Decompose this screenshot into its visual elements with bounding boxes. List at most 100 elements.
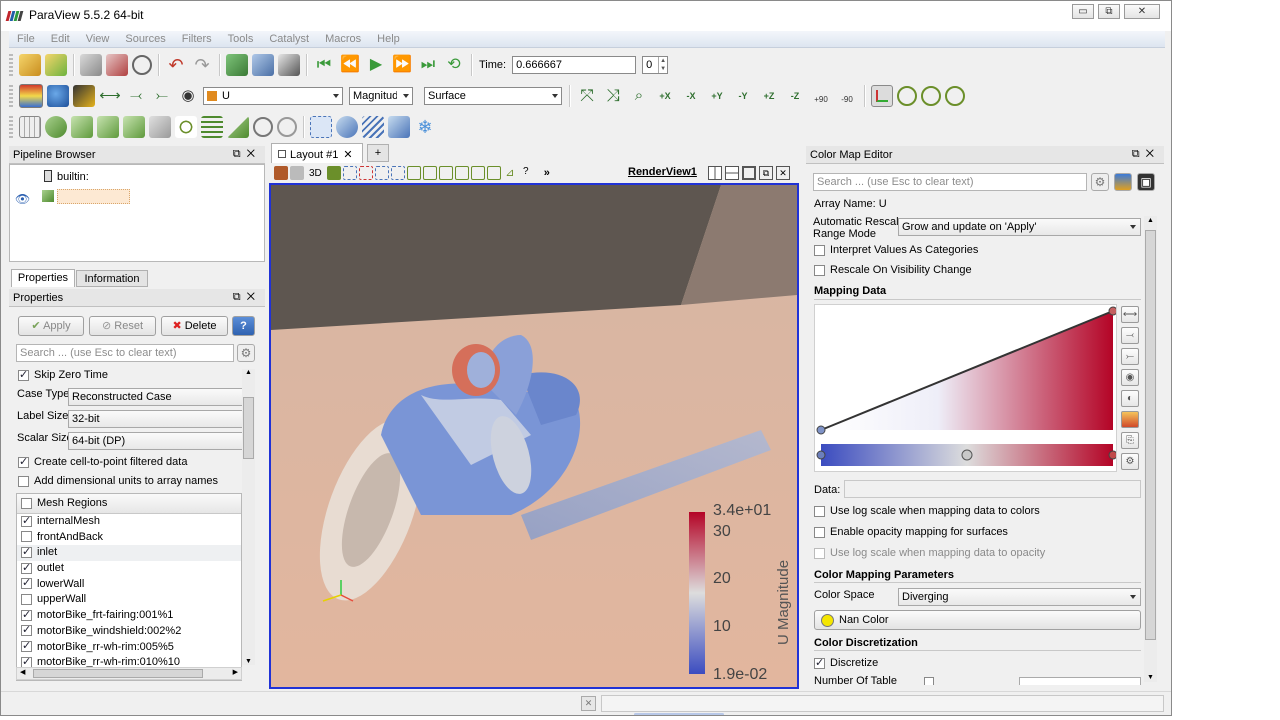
save-preset-side-icon[interactable]: ⎘ [1121,432,1139,449]
nan-color-button[interactable]: Nan Color [814,610,1141,630]
hover-cells-icon[interactable] [470,166,485,180]
case-type-select[interactable]: Reconstructed Case [68,388,244,406]
capture-screenshot-icon[interactable] [274,166,288,180]
load-state-icon[interactable] [45,54,67,76]
menu-help[interactable]: Help [369,31,408,47]
menu-sources[interactable]: Sources [117,31,173,47]
rotate-minus-90-icon[interactable]: -90 [836,85,858,107]
frozen-selection-icon[interactable]: ❄ [414,116,436,138]
extract-level-icon[interactable] [277,117,297,137]
menu-tools[interactable]: Tools [220,31,262,47]
visible-range-icon[interactable]: ◉ [177,85,199,107]
camera-undo-icon[interactable] [226,54,248,76]
advanced-side-gear-icon[interactable]: ⚙ [1121,453,1139,470]
more-tools-icon[interactable]: » [544,167,550,179]
close-panel-icon[interactable]: ✕ [247,291,261,303]
mesh-region-row[interactable]: motorBike_frt-fairing:001%1 [17,608,241,624]
view-plus-x-icon[interactable]: +X [654,85,676,107]
mesh-region-row[interactable]: lowerWall [17,577,241,593]
undo-icon[interactable]: ↶ [165,54,187,76]
hover-points-icon[interactable] [388,116,410,138]
contour-icon[interactable] [45,116,67,138]
mesh-region-row[interactable]: upperWall [17,592,241,608]
save-preset-icon[interactable] [1114,173,1132,191]
time-input[interactable]: 0.666667 [512,56,637,74]
maximize-view-icon[interactable] [742,166,756,180]
interactive-select-icon[interactable] [362,116,384,138]
discretize-checkbox[interactable]: Discretize [814,656,878,673]
table-values-input[interactable] [1019,677,1141,685]
close-panel-icon[interactable]: ✕ [247,148,261,160]
advanced-gear-icon[interactable]: ⚙ [237,344,255,362]
interpret-categories-checkbox[interactable]: Interpret Values As Categories [814,244,978,260]
color-point-min[interactable] [816,450,826,460]
center-axes-icon[interactable] [897,86,917,106]
view-minus-x-icon[interactable]: -X [680,85,702,107]
calculator-icon[interactable] [19,116,41,138]
scroll-right-icon[interactable]: ▶ [233,668,238,676]
mesh-region-row[interactable]: motorBike_rr-wh-rim:005%5 [17,640,241,656]
add-dim-units-checkbox[interactable]: Add dimensional units to array names [18,475,218,491]
rescale-visible-icon[interactable]: ⤚ [151,85,173,107]
invert-map-icon[interactable]: ◐ [1121,390,1139,407]
reset-camera-icon[interactable]: ⤧ [576,85,598,107]
previous-frame-icon[interactable]: ⏪ [339,54,361,76]
transfer-function-editor[interactable] [814,304,1118,472]
cme-search-input[interactable]: Search ... (use Esc to clear text) [813,173,1087,191]
close-panel-icon[interactable]: ✕ [1146,148,1160,160]
hscrollbar-thumb[interactable] [33,669,203,678]
view-minus-z-icon[interactable]: -Z [784,85,806,107]
python-shell-icon[interactable] [278,54,300,76]
pipeline-root-label[interactable]: builtin: [57,171,89,183]
add-layout-tab-button[interactable]: + [367,144,389,162]
region-checkbox-icon[interactable] [21,594,32,606]
zoom-to-box-icon[interactable]: ⌕ [628,85,650,107]
edit-color-map-icon[interactable] [47,85,69,107]
select-cells-on-icon[interactable] [342,166,357,180]
properties-search-input[interactable]: Search ... (use Esc to clear text) [16,344,234,362]
extract-subset-icon[interactable] [149,116,171,138]
label-size-select[interactable]: 32-bit [68,410,244,428]
group-datasets-icon[interactable] [253,117,273,137]
rotate-plus-90-icon[interactable]: +90 [810,85,832,107]
float-panel-icon[interactable]: ⧉ [233,148,247,160]
select-cells-through-icon[interactable] [374,166,389,180]
mesh-region-row[interactable]: outlet [17,561,241,577]
data-value-input[interactable] [844,480,1141,498]
camera-icon[interactable] [326,166,341,180]
pipeline-item-selected[interactable] [57,189,130,204]
cme-gear-icon[interactable]: ⚙ [1091,173,1109,191]
menu-filters[interactable]: Filters [174,31,220,47]
region-checkbox-icon[interactable] [21,640,32,653]
help-button[interactable]: ? [232,316,255,336]
rescale-to-data-icon[interactable]: ⟷ [1121,306,1139,323]
interactive-select-cells-icon[interactable] [438,166,453,180]
mesh-region-row[interactable]: inlet [17,545,241,562]
delete-button[interactable]: ✖ Delete [161,316,228,336]
opacity-point-min[interactable] [816,425,826,435]
glyph-icon[interactable] [175,116,197,138]
table-values-slider-handle[interactable] [924,677,934,685]
mesh-regions-header[interactable]: Mesh Regions [17,494,241,514]
camera-redo-icon[interactable] [252,54,274,76]
mesh-region-row[interactable]: internalMesh [17,514,241,530]
warp-by-vector-icon[interactable] [227,116,249,138]
rescale-visibility-checkbox[interactable]: Rescale On Visibility Change [814,264,972,280]
menu-macros[interactable]: Macros [317,31,369,47]
select-points-icon[interactable] [336,116,358,138]
view-plus-z-icon[interactable]: +Z [758,85,780,107]
close-view-icon[interactable]: ✕ [776,166,790,180]
visibility-eye-icon[interactable]: 👁 [15,192,30,206]
toolbar-grip[interactable] [9,116,13,138]
scroll-down-icon[interactable]: ▼ [242,658,255,665]
redo-icon[interactable]: ↷ [191,54,213,76]
choose-preset-icon[interactable]: ▣ [1137,173,1155,191]
rescale-visible-data-icon[interactable]: ◉ [1121,369,1139,386]
region-checkbox-icon[interactable] [21,545,32,558]
rescale-time-icon[interactable]: ⤙ [125,85,147,107]
log-scale-colors-checkbox[interactable]: Use log scale when mapping data to color… [814,505,1040,521]
disconnect-icon[interactable] [106,54,128,76]
scroll-up-icon[interactable]: ▲ [242,369,255,376]
tab-information[interactable]: Information [76,270,148,287]
menu-edit[interactable]: Edit [43,31,78,47]
